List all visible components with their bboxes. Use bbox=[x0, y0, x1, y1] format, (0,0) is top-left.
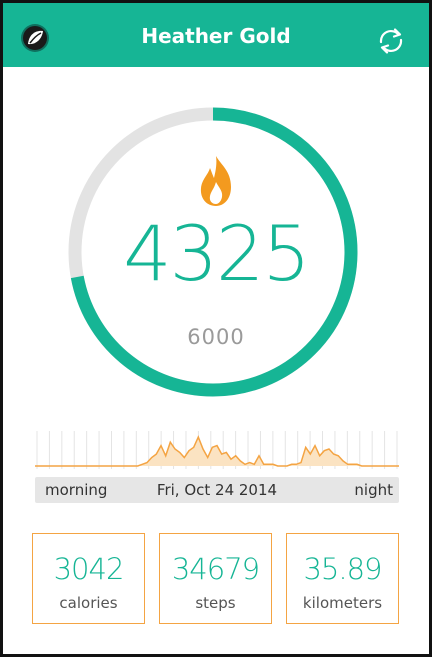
stat-value: 34679 bbox=[171, 552, 260, 586]
steps-goal: 6000 bbox=[187, 325, 245, 349]
daily-activity-chart bbox=[35, 431, 399, 469]
stat-card-calories[interactable]: 3042 calories bbox=[32, 533, 145, 624]
timeline-date[interactable]: Fri, Oct 24 2014 bbox=[35, 481, 399, 499]
app-screen: Heather Gold 4325 6000 morning Fri, Oct … bbox=[0, 0, 432, 657]
top-bar: Heather Gold bbox=[3, 3, 429, 67]
stat-label: steps bbox=[195, 594, 236, 612]
timeline-end-label: night bbox=[354, 481, 393, 499]
stat-card-steps[interactable]: 34679 steps bbox=[159, 533, 272, 624]
steps-count: 4325 bbox=[123, 209, 310, 298]
stat-label: calories bbox=[59, 594, 118, 612]
stat-value: 35.89 bbox=[303, 552, 382, 586]
refresh-icon[interactable] bbox=[375, 25, 407, 57]
user-name-title: Heather Gold bbox=[141, 24, 291, 48]
stat-value: 3042 bbox=[53, 552, 125, 586]
leaf-logo-icon[interactable] bbox=[20, 23, 50, 53]
stat-card-kilometers[interactable]: 35.89 kilometers bbox=[286, 533, 399, 624]
flame-icon bbox=[200, 156, 231, 206]
day-timeline: morning Fri, Oct 24 2014 night bbox=[35, 477, 399, 503]
stat-label: kilometers bbox=[302, 594, 383, 612]
